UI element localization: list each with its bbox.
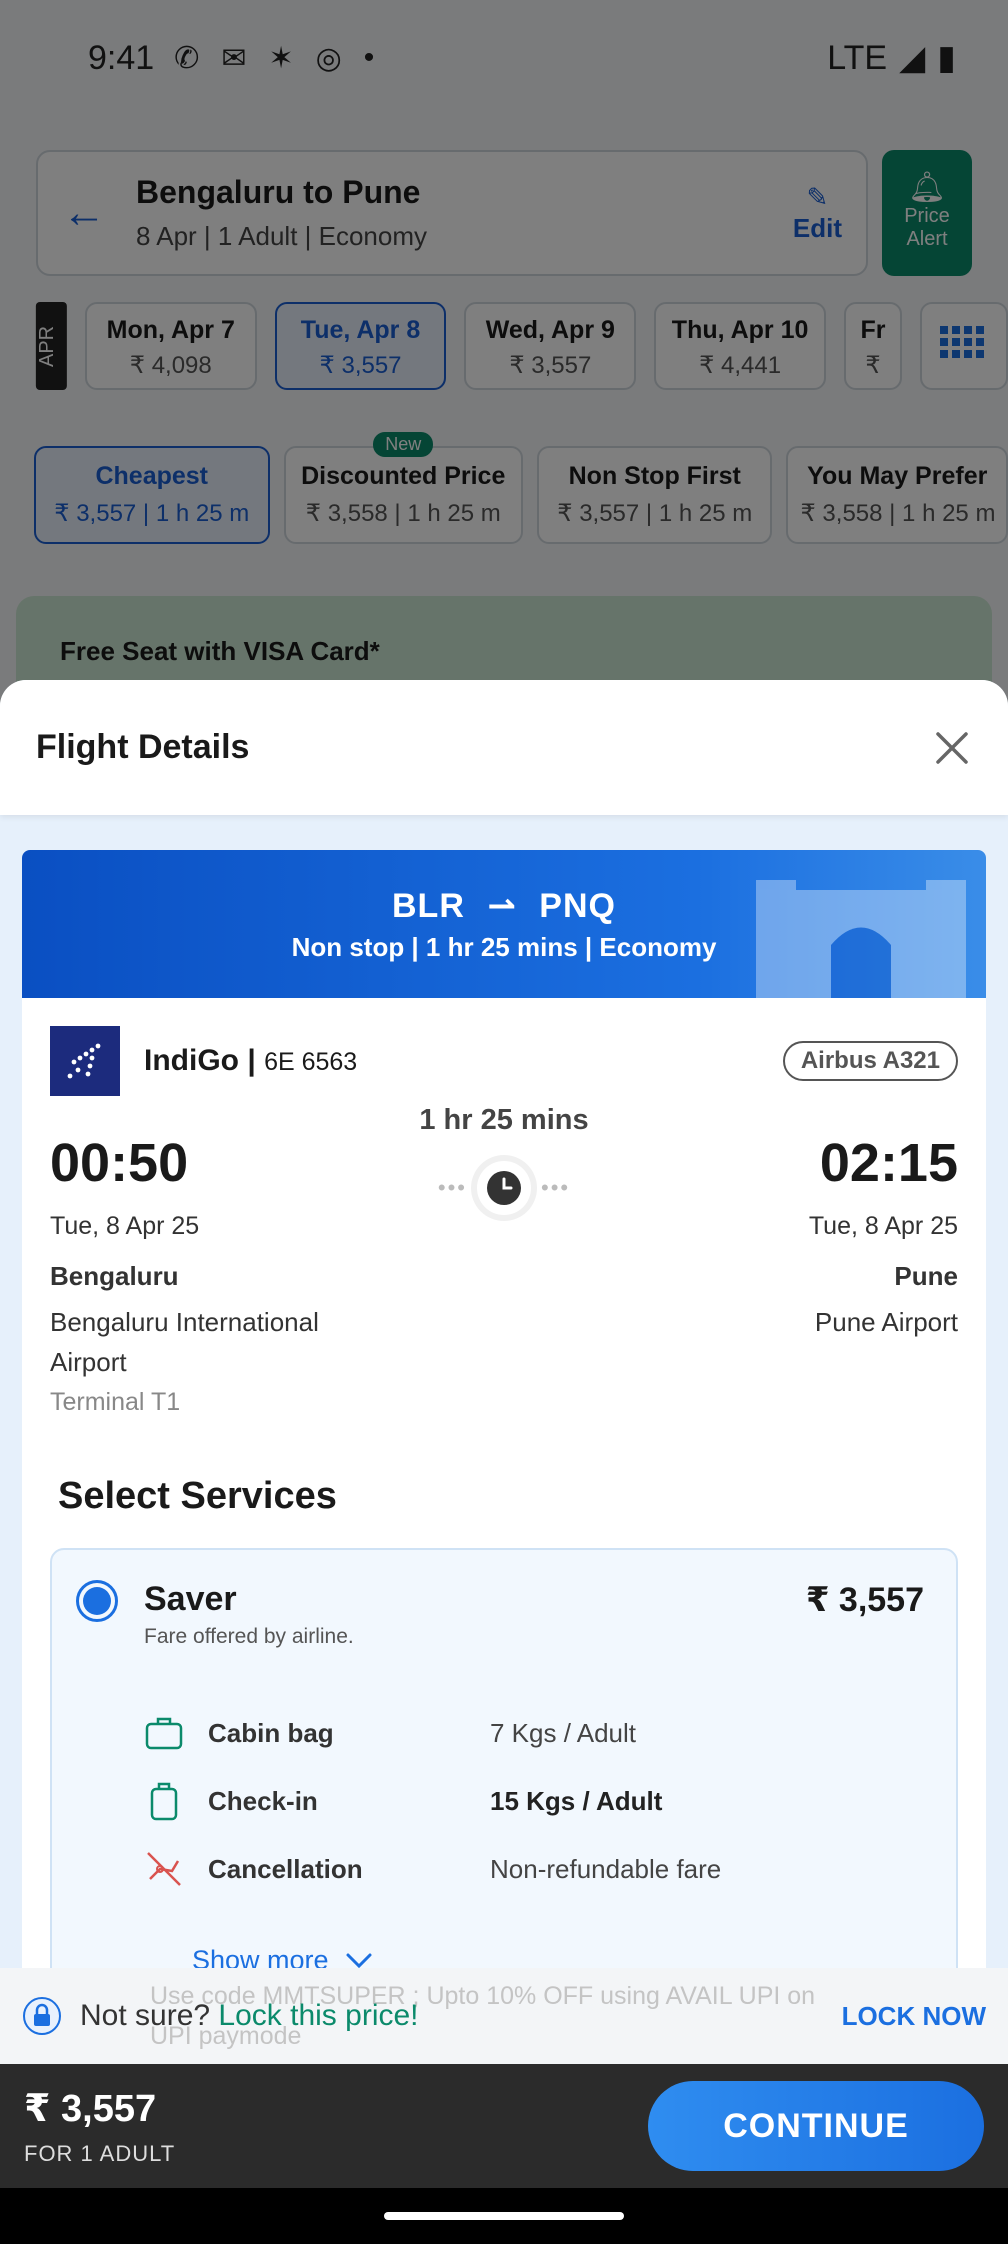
aircraft-badge: Airbus A321 [782,1041,958,1081]
airline-row: IndiGo | 6E 6563 Airbus A321 [22,998,986,1096]
clock-icon [477,1161,531,1215]
check-in-bag-icon [150,1782,178,1821]
timing-row: 00:50 Tue, 8 Apr 25 Bengaluru Bengaluru … [22,1096,986,1417]
price-for-label: FOR 1 ADULT [24,2140,176,2166]
fare-radio-selected[interactable] [76,1580,118,1622]
duration-block: 1 hr 25 mins ••• ••• [22,1104,986,1215]
feature-name: Cabin bag [208,1717,334,1748]
sheet-header: Flight Details [0,680,1008,815]
lock-now-button[interactable]: LOCK NOW [842,2001,986,2032]
lock-prefix: Not sure? [80,1999,211,2032]
arrival-airport: Pune Airport [814,1307,958,1337]
lock-price-strip: Use code MMTSUPER ; Upto 10% OFF using A… [0,1968,1008,2064]
arrival-date: Tue, 8 Apr 25 [808,1212,958,1240]
arrow-icon: ⇀ [487,887,517,925]
feature-row: Cancellation Non-refundable fare [144,1835,956,1903]
feature-value: 7 Kgs / Adult [490,1717,636,1748]
arrival-city: Pune [894,1261,958,1291]
sheet-title: Flight Details [36,728,250,766]
separator: | [247,1044,265,1077]
close-icon[interactable] [932,728,972,768]
dotted-line-left: ••• [437,1175,467,1200]
services-title: Select Services [58,1475,337,1517]
flight-card: BLR ⇀ PNQ Non stop | 1 hr 25 mins | Econ… [22,850,986,2050]
indigo-logo-icon [50,1026,120,1096]
feature-name: Check-in [208,1785,318,1816]
lock-price-text: Not sure? Lock this price! [80,1999,419,2033]
destination-code: PNQ [539,887,616,925]
fare-description: Fare offered by airline. [144,1625,354,1648]
system-nav-area [0,2188,1008,2244]
flight-number: 6E 6563 [264,1048,358,1076]
home-indicator[interactable] [384,2212,624,2220]
lock-icon [23,1997,61,2035]
dim-overlay[interactable] [0,0,1008,700]
chevron-down-icon [346,1953,372,1968]
show-more-button[interactable]: Show more [52,1903,956,1976]
cabin-bag-icon [145,1717,183,1750]
flight-duration: 1 hr 25 mins [419,1104,589,1136]
route-banner: BLR ⇀ PNQ Non stop | 1 hr 25 mins | Econ… [22,850,986,998]
departure-airport: Bengaluru International Airport [50,1307,319,1377]
lock-price-link[interactable]: Lock this price! [218,1999,418,2032]
fare-price: ₹ 3,557 [805,1581,924,1619]
departure-city: Bengaluru [50,1261,179,1291]
airline-label: IndiGo [144,1044,239,1077]
departure-date: Tue, 8 Apr 25 [50,1212,200,1240]
feature-row: Check-in 15 Kgs / Adult [144,1767,956,1835]
feature-value: 15 Kgs / Adult [490,1785,663,1816]
cancellation-icon [147,1852,181,1886]
continue-button[interactable]: CONTINUE [648,2081,984,2171]
landmark-illustration [756,880,966,998]
departure-terminal: Terminal T1 [50,1388,181,1416]
fare-name: Saver [144,1580,237,1618]
airline-name: IndiGo | 6E 6563 [144,1044,357,1078]
total-price: ₹ 3,557 [24,2087,157,2130]
feature-name: Cancellation [208,1853,363,1884]
bottom-price-bar: ₹ 3,557 FOR 1 ADULT CONTINUE [0,2064,1008,2188]
dotted-line-right: ••• [541,1175,571,1200]
fare-features: Cabin bag 7 Kgs / Adult Check-in 15 Kgs … [52,1649,956,1903]
feature-value: Non-refundable fare [490,1853,722,1884]
feature-row: Cabin bag 7 Kgs / Adult [144,1699,956,1767]
fare-option-saver[interactable]: Saver Fare offered by airline. ₹ 3,557 C… [50,1548,958,2018]
origin-code: BLR [392,887,465,925]
